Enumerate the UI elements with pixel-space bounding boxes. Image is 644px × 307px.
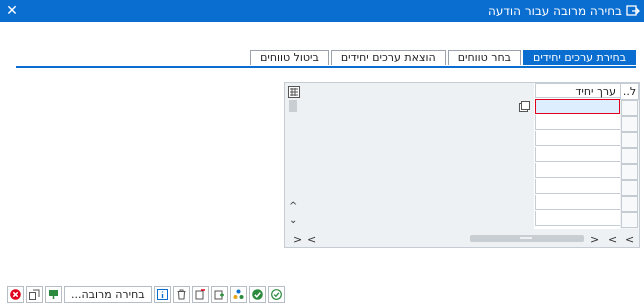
- checkmark-icon: [251, 289, 263, 300]
- insert-row-button[interactable]: [210, 286, 228, 303]
- horizontal-scrollbar[interactable]: > < > < <: [285, 230, 639, 247]
- value-input-row-4[interactable]: [535, 147, 620, 162]
- confirm-button[interactable]: [248, 286, 266, 303]
- info-icon: [156, 289, 168, 300]
- scroll-right-icon[interactable]: <: [625, 233, 634, 246]
- trash-icon: [177, 289, 186, 300]
- scroll-down-icon[interactable]: ⌄: [289, 216, 297, 226]
- check-entries-button[interactable]: [267, 286, 285, 303]
- value-input-row-8[interactable]: [535, 211, 620, 226]
- row-selector[interactable]: [621, 212, 638, 228]
- import-icon: [29, 289, 40, 300]
- tab-strip: בחירת ערכים יחידים בחר טווחים הוצאת ערכי…: [248, 50, 636, 66]
- scroll-left-icon[interactable]: >: [590, 233, 599, 246]
- value-column-header: ערך יחיד: [535, 83, 620, 98]
- multiple-selection-button[interactable]: בחירה מרובה...: [64, 286, 152, 303]
- horizontal-scrollbar-thumb[interactable]: [470, 235, 584, 242]
- tab-single-values[interactable]: בחירת ערכים יחידים: [523, 50, 636, 65]
- cancel-button[interactable]: [7, 286, 24, 303]
- row-selector-header: ל..: [620, 83, 639, 100]
- table-settings-icon[interactable]: [288, 86, 300, 98]
- scroll-right-icon[interactable]: <: [608, 233, 617, 246]
- row-selector[interactable]: [621, 164, 638, 180]
- row-selector[interactable]: [621, 100, 638, 116]
- vertical-scrollbar[interactable]: ^ ⌄: [286, 84, 300, 229]
- delete-button[interactable]: [172, 286, 190, 303]
- row-selector[interactable]: [621, 132, 638, 148]
- options-button[interactable]: [229, 286, 247, 303]
- row-selector-column: ל..: [620, 83, 639, 229]
- row-selector[interactable]: [621, 180, 638, 196]
- window-title: בחירה מרובה עבור הודעה: [488, 4, 622, 18]
- row-selector[interactable]: [621, 116, 638, 132]
- values-table: ^ ⌄ ערך יחיד ל.. > < > < <: [284, 82, 640, 248]
- scroll-up-icon[interactable]: ^: [289, 202, 297, 212]
- cancel-icon: [10, 289, 21, 300]
- insert-row-icon: [214, 290, 224, 300]
- delete-row-icon: [195, 289, 205, 300]
- scrollbar-thumb[interactable]: [289, 100, 297, 112]
- tab-exclude-single-values[interactable]: הוצאת ערכים יחידים: [330, 50, 446, 65]
- value-help-icon[interactable]: [519, 101, 530, 112]
- value-input-row-6[interactable]: [535, 179, 620, 194]
- scroll-left-icon[interactable]: >: [293, 233, 302, 246]
- tab-select-ranges[interactable]: בחר טווחים: [447, 50, 522, 65]
- tab-underline: [16, 66, 636, 68]
- row-selector[interactable]: [621, 196, 638, 212]
- value-input-row-1[interactable]: [535, 99, 620, 114]
- delete-row-button[interactable]: [191, 286, 209, 303]
- scroll-right-icon[interactable]: <: [307, 233, 316, 246]
- value-input-row-7[interactable]: [535, 195, 620, 210]
- import-button[interactable]: [26, 286, 43, 303]
- check-entries-icon: [270, 289, 282, 300]
- bottom-toolbar: בחירה מרובה...: [7, 286, 287, 304]
- tab-exclude-ranges[interactable]: ביטול טווחים: [250, 50, 329, 65]
- close-icon[interactable]: ✕: [4, 3, 20, 19]
- window-icon: [626, 5, 640, 16]
- upload-clipboard-button[interactable]: [45, 286, 62, 303]
- title-bar: ✕ בחירה מרובה עבור הודעה: [0, 0, 644, 22]
- options-icon: [233, 289, 244, 299]
- value-input-row-3[interactable]: [535, 131, 620, 146]
- info-button[interactable]: [153, 286, 171, 303]
- row-selector[interactable]: [621, 148, 638, 164]
- value-column: ערך יחיד: [534, 83, 620, 229]
- clipboard-icon: [49, 290, 58, 299]
- value-input-row-2[interactable]: [535, 115, 620, 130]
- value-input-row-5[interactable]: [535, 163, 620, 178]
